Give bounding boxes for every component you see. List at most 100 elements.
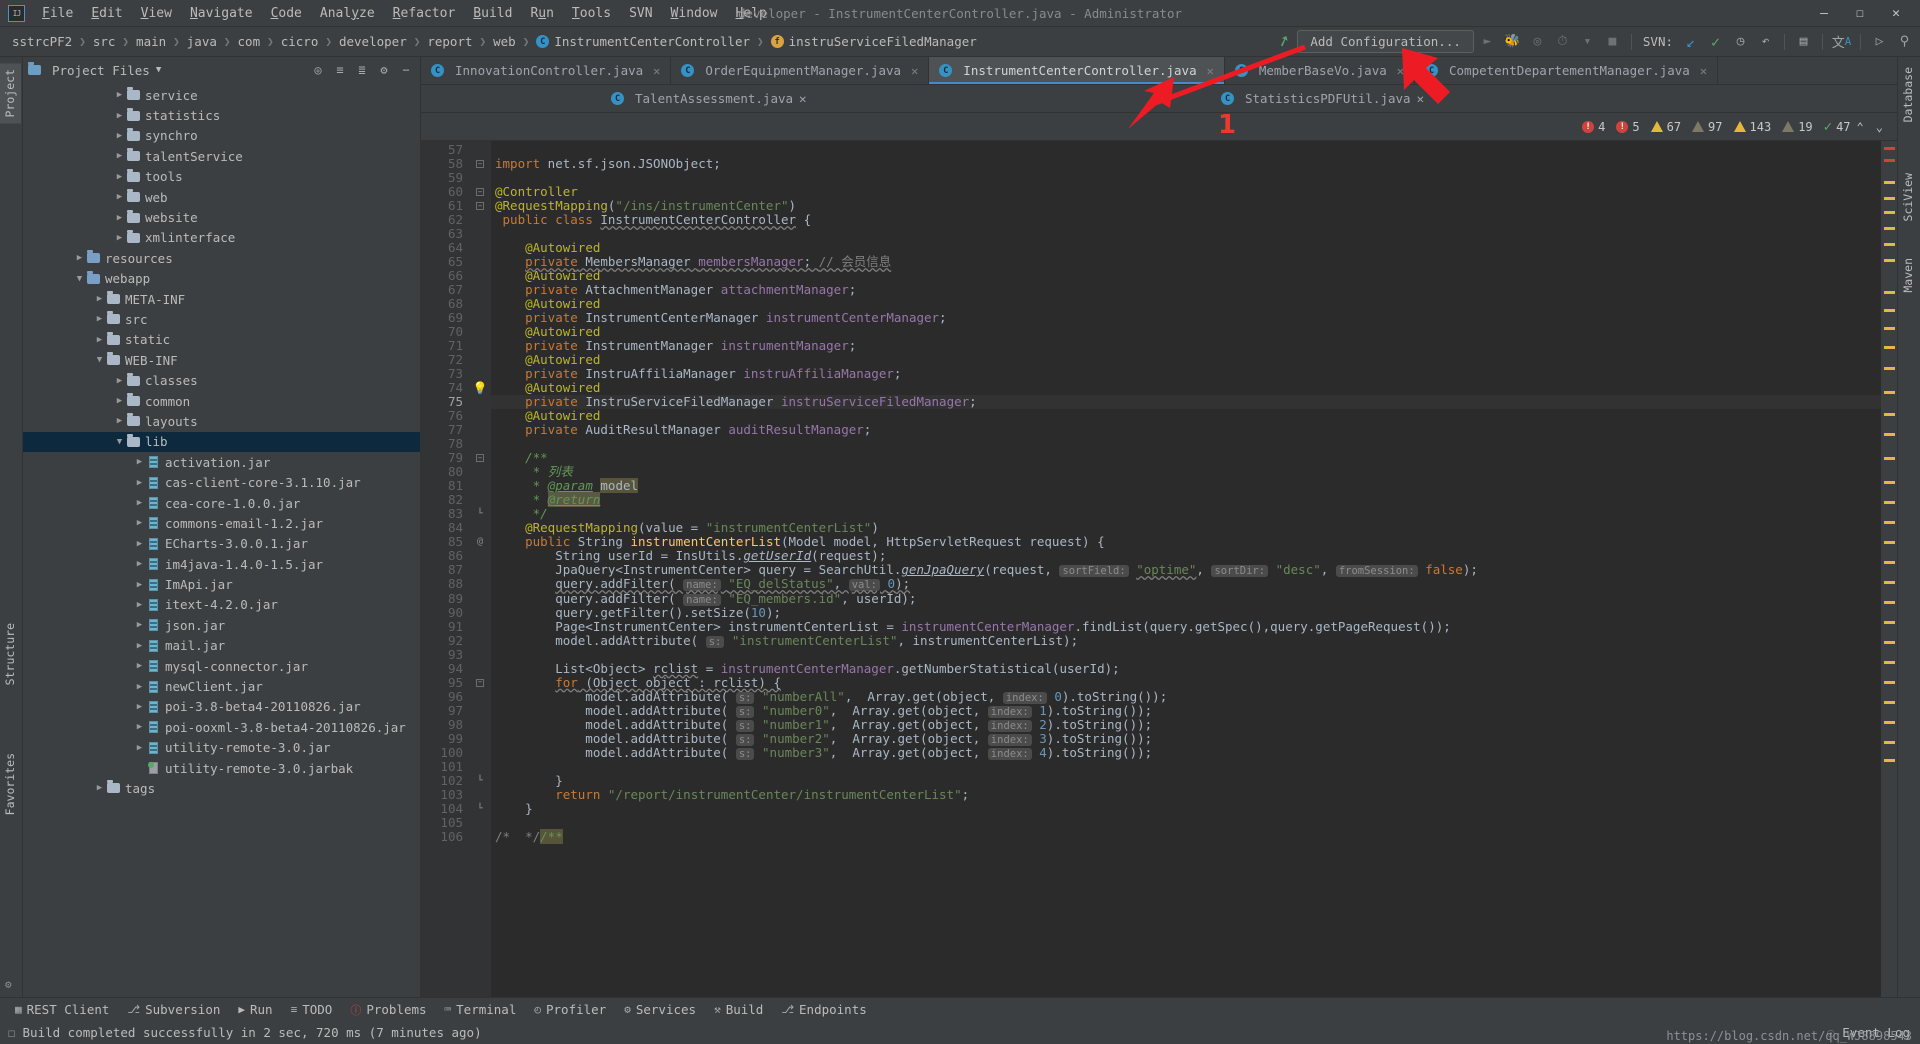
tree-node-newClient.jar[interactable]: ▶ newClient.jar [23,676,420,696]
error-stripe-mark[interactable] [1884,721,1895,724]
chevron-right-icon[interactable]: ▶ [113,172,126,182]
error-stripe-mark[interactable] [1884,181,1895,184]
fold-collapse-icon[interactable]: − [469,199,491,213]
source-code[interactable]: import net.sf.json.JSONObject; @Controll… [491,141,1881,997]
tree-node-META-INF[interactable]: ▶ META-INF [23,289,420,309]
code-line[interactable]: JpaQuery<InstrumentCenter> query = Searc… [491,563,1881,578]
chevron-down-icon[interactable]: ▼ [113,437,126,447]
intention-bulb-icon[interactable]: 💡 [469,381,491,395]
terminal-icon[interactable]: ▷ [1868,31,1891,53]
inspection-ok-icon-6[interactable]: ✓ 47 [1824,119,1851,135]
error-stripe-mark[interactable] [1884,413,1895,416]
tool-window-button-subversion[interactable]: ⎇ Subversion [118,1000,229,1019]
chevron-right-icon[interactable]: ▶ [93,294,106,304]
chevron-right-icon[interactable]: ▶ [113,111,126,121]
chevron-right-icon[interactable]: ▶ [73,253,86,263]
code-line[interactable]: @Controller [491,185,1881,199]
chevron-right-icon[interactable]: ▶ [113,90,126,100]
menu-item-file[interactable]: File [33,3,82,24]
close-icon[interactable]: ✕ [1417,91,1425,106]
minimize-icon[interactable]: – [1806,0,1842,26]
stop-icon[interactable]: ■ [1601,31,1624,53]
code-line[interactable]: model.addAttribute( s: "instrumentCenter… [491,633,1881,648]
chevron-right-icon[interactable]: ▶ [133,743,146,753]
breadcrumb-item-main[interactable]: main [132,34,170,49]
tool-window-button-problems[interactable]: ⓘ Problems [341,1000,435,1020]
chevron-right-icon[interactable]: ▶ [113,416,126,426]
code-line[interactable] [491,816,1881,830]
error-stripe-mark[interactable] [1884,457,1895,460]
error-stripe-mark[interactable] [1884,259,1895,262]
tree-node-json.jar[interactable]: ▶ json.jar [23,615,420,635]
tree-node-classes[interactable]: ▶ classes [23,370,420,390]
run-icon[interactable]: ► [1476,31,1499,53]
hide-icon[interactable]: − [396,60,416,80]
sidebar-item-database[interactable]: Database [1897,61,1919,128]
chevron-right-icon[interactable]: ▶ [93,335,106,345]
code-line[interactable]: */ [491,507,1881,521]
tree-node-static[interactable]: ▶ static [23,330,420,350]
chevron-right-icon[interactable]: ▶ [93,783,106,793]
tree-node-ECharts-3.0.0.1.jar[interactable]: ▶ ECharts-3.0.0.1.jar [23,534,420,554]
editor-tab-StatisticsPDFUtil[interactable]: C StatisticsPDFUtil.java ✕ [1211,85,1435,112]
tree-node-poi-ooxml-3.8-beta4-20110826.jar[interactable]: ▶ poi-ooxml-3.8-beta4-20110826.jar [23,717,420,737]
code-line[interactable]: model.addAttribute( s: "numberAll", Arra… [491,689,1881,704]
tree-node-poi-3.8-beta4-20110826.jar[interactable]: ▶ poi-3.8-beta4-20110826.jar [23,697,420,717]
error-stripe-mark[interactable] [1884,661,1895,664]
error-stripe-mark[interactable] [1884,227,1895,230]
menu-item-navigate[interactable]: Navigate [181,3,262,24]
fold-gutter[interactable]: − − − 💡 − ┗ @ − ┗ ┗ [469,141,491,997]
svn-commit-icon[interactable]: ✓ [1704,31,1727,53]
locate-icon[interactable]: ◎ [308,60,328,80]
editor-tab-CompetentDepartementManager[interactable]: C CompetentDepartementManager.java ✕ [1415,57,1719,84]
inspection-counters[interactable]: ! 4! 5 67 97 143 19 ✓ 47 [1571,119,1851,135]
breadcrumb-item-web[interactable]: web [489,34,520,49]
add-configuration-button[interactable]: Add Configuration... [1297,30,1474,53]
chevron-right-icon[interactable]: ▶ [133,539,146,549]
error-stripe-mark[interactable] [1884,501,1895,504]
error-stripe-mark[interactable] [1884,641,1895,644]
tree-node-WEB-INF[interactable]: ▼ WEB-INF [23,350,420,370]
chevron-right-icon[interactable]: ▶ [133,580,146,590]
error-stripe-mark[interactable] [1884,581,1895,584]
editor-tab-OrderEquipmentManager[interactable]: C OrderEquipmentManager.java ✕ [671,57,930,84]
tree-node-cas-client-core-3.1.10.jar[interactable]: ▶ cas-client-core-3.1.10.jar [23,472,420,492]
editor-tab-TalentAssessment[interactable]: C TalentAssessment.java ✕ [601,85,961,112]
tree-node-tags[interactable]: ▶ tags [23,778,420,798]
chevron-right-icon[interactable]: ▶ [113,192,126,202]
sidebar-item-maven[interactable]: Maven [1897,252,1919,299]
code-line[interactable]: private AttachmentManager attachmentMana… [491,283,1881,297]
code-line[interactable] [491,171,1881,185]
chevron-right-icon[interactable]: ▶ [133,620,146,630]
code-line[interactable]: model.addAttribute( s: "number2", Array.… [491,731,1881,746]
close-icon[interactable]: ✕ [1700,64,1707,78]
code-line[interactable]: String userId = InsUtils.getUserId(reque… [491,549,1881,563]
menu-item-build[interactable]: Build [464,3,521,24]
tree-node-synchro[interactable]: ▶ synchro [23,126,420,146]
translate-icon[interactable]: 文A [1830,31,1853,53]
chevron-right-icon[interactable]: ▶ [113,396,126,406]
menu-item-tools[interactable]: Tools [563,3,620,24]
code-line[interactable]: @Autowired [491,297,1881,311]
fold-collapse-icon[interactable]: − [469,185,491,199]
error-stripe-mark[interactable] [1884,741,1895,744]
chevron-right-icon[interactable]: ▶ [133,498,146,508]
close-icon[interactable]: ✕ [653,64,660,78]
code-line[interactable]: List<Object> rclist = instrumentCenterMa… [491,661,1881,676]
search-everywhere-icon[interactable]: ⚲ [1893,31,1916,53]
chevron-right-icon[interactable]: ▶ [93,314,106,324]
tool-window-button-build[interactable]: ⚒ Build [705,1000,772,1019]
menu-item-edit[interactable]: Edit [82,3,131,24]
code-line[interactable]: @Autowired [491,353,1881,367]
tree-node-service[interactable]: ▶ service [23,85,420,105]
error-stripe-mark[interactable] [1884,367,1895,370]
code-line[interactable]: @Autowired [491,241,1881,255]
chevron-right-icon[interactable]: ▶ [113,131,126,141]
sidebar-item-sciview[interactable]: SciView [1897,167,1919,227]
breadcrumb[interactable]: sstrcPF2 ❯ src ❯ main ❯ java ❯ com ❯ cicro ❯ develop… [8,27,981,56]
menu-item-refactor[interactable]: Refactor [384,3,465,24]
code-line[interactable]: model.addAttribute( s: "number0", Array.… [491,703,1881,718]
inspection-error-icon-1[interactable]: ! 5 [1616,120,1640,134]
editor-tab-MemberBaseVo[interactable]: C MemberBaseVo.java ✕ [1224,57,1415,84]
fold-collapse-icon[interactable]: − [469,451,491,465]
